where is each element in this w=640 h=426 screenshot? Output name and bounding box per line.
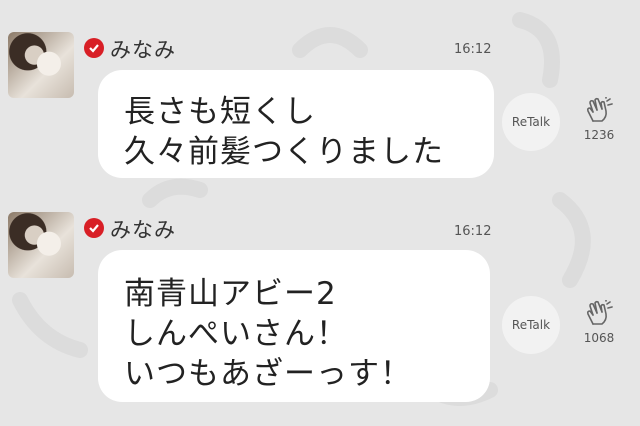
- username[interactable]: みなみ: [110, 34, 176, 64]
- clap-hands-icon: [586, 299, 613, 325]
- username[interactable]: みなみ: [110, 214, 176, 244]
- message-line: 南青山アビー2: [124, 276, 337, 312]
- clap-count: 1068: [583, 331, 615, 345]
- verified-check-icon: [84, 38, 104, 58]
- message-bubble[interactable]: 南青山アビー2 しんぺいさん！ いつもあざーっす！: [98, 250, 490, 402]
- verified-check-icon: [84, 218, 104, 238]
- retalk-label: ReTalk: [511, 318, 551, 332]
- clap-button[interactable]: 1236: [574, 96, 624, 142]
- message-line: 長さも短くし: [124, 94, 316, 130]
- avatar[interactable]: [8, 32, 74, 98]
- avatar[interactable]: [8, 212, 74, 278]
- timestamp: 16:12: [454, 224, 492, 239]
- message-line: いつもあざーっす！: [124, 356, 412, 392]
- message-bubble[interactable]: 長さも短くし 久々前髪つくりました: [98, 70, 494, 178]
- message-line: しんぺいさん！: [124, 316, 348, 352]
- clap-count: 1236: [583, 128, 615, 142]
- clap-hands-icon: [586, 96, 613, 122]
- retalk-button[interactable]: ReTalk: [502, 93, 560, 151]
- timestamp: 16:12: [454, 42, 492, 57]
- clap-button[interactable]: 1068: [574, 299, 624, 345]
- message-line: 久々前髪つくりました: [124, 134, 444, 170]
- retalk-button[interactable]: ReTalk: [502, 296, 560, 354]
- retalk-label: ReTalk: [511, 115, 551, 129]
